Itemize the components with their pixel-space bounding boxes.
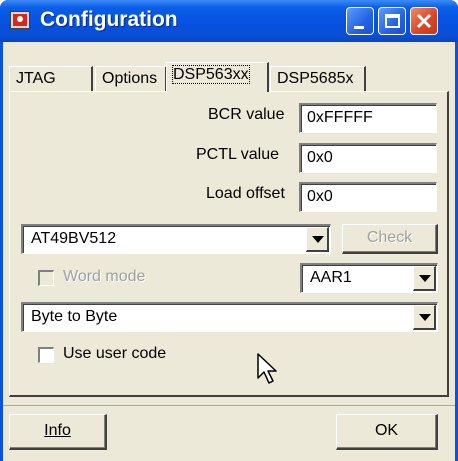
mouse-pointer-icon xyxy=(257,353,277,384)
close-icon xyxy=(416,13,432,29)
use-user-code-checkbox[interactable] xyxy=(38,347,54,363)
window-title: Configuration xyxy=(40,8,178,31)
pctl-label: PCTL value xyxy=(196,146,279,163)
flash-device-select[interactable]: AT49BV512 xyxy=(21,224,331,254)
close-button[interactable] xyxy=(410,7,438,35)
tab-label: JTAG xyxy=(16,70,56,87)
dropdown-button[interactable] xyxy=(306,227,329,252)
chevron-down-icon xyxy=(312,236,324,243)
tab-dsp563xx[interactable]: DSP563xx xyxy=(166,62,269,92)
word-mode-label: Word mode xyxy=(63,268,146,285)
app-icon[interactable] xyxy=(10,11,30,29)
dialog-client: JTAG Options DSP5685x DSP563xx BCR value… xyxy=(3,42,455,461)
tab-jtag[interactable]: JTAG xyxy=(9,66,93,92)
minimize-button[interactable] xyxy=(346,7,374,35)
tab-label: DSP563xx xyxy=(172,65,250,84)
tab-label: Options xyxy=(102,70,158,87)
bcr-label: BCR value xyxy=(208,106,285,123)
info-button-label: Info xyxy=(44,422,71,439)
use-user-code-label: Use user code xyxy=(63,345,167,362)
dropdown-button[interactable] xyxy=(413,305,436,330)
pctl-input[interactable]: 0x0 xyxy=(299,143,437,173)
aar-select[interactable]: AAR1 xyxy=(300,263,438,293)
dropdown-button[interactable] xyxy=(413,266,436,291)
title-bar[interactable]: Configuration xyxy=(0,0,458,42)
maximize-button[interactable] xyxy=(378,7,406,35)
transfer-mode-value: Byte to Byte xyxy=(31,308,118,325)
bcr-input[interactable]: 0xFFFFF xyxy=(299,103,437,133)
word-mode-checkbox[interactable] xyxy=(38,270,54,286)
maximize-icon xyxy=(385,14,400,28)
flash-device-value: AT49BV512 xyxy=(31,230,117,247)
aar-value: AAR1 xyxy=(310,269,352,286)
chevron-down-icon xyxy=(419,275,431,282)
tab-dsp5685x[interactable]: DSP5685x xyxy=(270,66,366,92)
tab-label: DSP5685x xyxy=(277,70,354,87)
check-button[interactable]: Check xyxy=(342,224,438,254)
chevron-down-icon xyxy=(419,314,431,321)
separator xyxy=(3,405,455,406)
ok-button[interactable]: OK xyxy=(336,414,438,450)
transfer-mode-select[interactable]: Byte to Byte xyxy=(21,302,438,332)
info-button[interactable]: Info xyxy=(9,414,107,450)
load-offset-label: Load offset xyxy=(206,185,285,202)
minimize-icon xyxy=(354,26,364,29)
load-offset-input[interactable]: 0x0 xyxy=(299,182,437,212)
tab-options[interactable]: Options xyxy=(95,66,167,92)
dialog-window: Configuration JTAG Options DSP5685x DSP5… xyxy=(0,0,458,461)
